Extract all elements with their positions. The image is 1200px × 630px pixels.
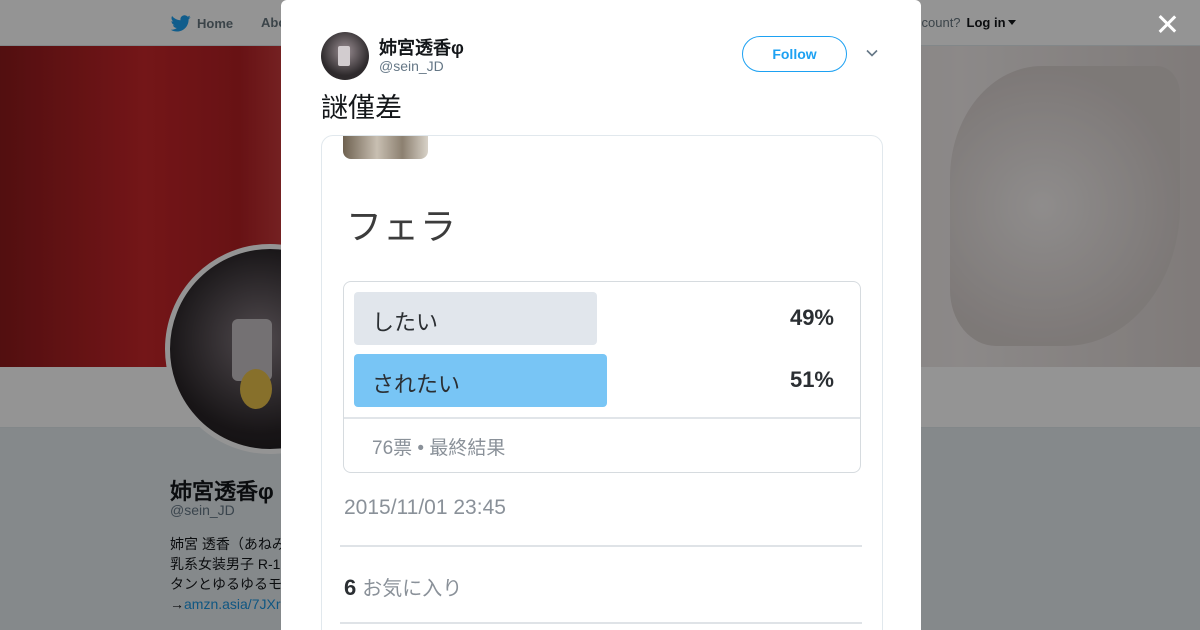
poll-option: したい 49% [354,292,850,345]
poll-summary: 76票 • 最終結果 [372,438,506,459]
poll-question: フェラ [346,206,458,247]
tweet-timestamp: 2015/11/01 23:45 [344,496,506,519]
close-icon[interactable] [1152,10,1182,40]
poll-results-card: したい 49% されたい 51% 76票 • 最終結果 [343,281,861,473]
follow-button[interactable]: Follow [742,36,847,72]
likes-number: 6 [344,575,357,600]
divider [340,622,862,624]
poll-divider [344,417,860,419]
media-thumbnail-strip [343,136,428,159]
poll-option: されたい 51% [354,354,850,407]
chevron-down-icon[interactable] [865,46,879,60]
poll-option-percent: 51% [789,367,834,392]
tweet-author-name[interactable]: 姉宮透香φ [379,34,464,60]
tweet-media-image[interactable]: フェラ したい 49% されたい 51% 76票 • 最終結果 2015/11/… [321,135,883,630]
likes-label: お気に入り [362,578,463,600]
divider [340,545,862,547]
tweet-text: 謎僅差 [321,93,402,123]
avatar-phone-shape [338,46,350,66]
poll-option-label: されたい [372,372,461,397]
tweet-author-handle[interactable]: @sein_JD [379,58,444,74]
likes-count: 6 お気に入り [344,572,462,601]
poll-option-label: したい [372,310,439,335]
tweet-modal: 姉宮透香φ @sein_JD Follow 謎僅差 フェラ したい 49% され… [281,0,921,630]
tweet-author-avatar[interactable] [321,32,369,80]
poll-option-percent: 49% [789,305,834,330]
